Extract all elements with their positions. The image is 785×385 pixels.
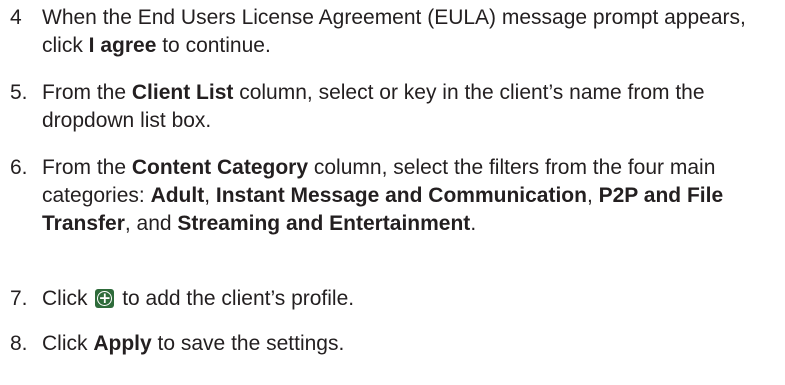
category-adult: Adult — [150, 184, 205, 207]
category-streaming: Streaming and Entertainment — [177, 212, 471, 235]
step-text: Click to add the client’s profile. — [42, 285, 779, 313]
step-text: Click Apply to save the settings. — [42, 332, 345, 355]
add-circle-icon — [95, 289, 115, 308]
step-number: 8. — [10, 332, 28, 355]
category-instant-message: Instant Message and Communication — [215, 184, 587, 207]
instruction-steps: 4 When the End Users License Agreement (… — [0, 0, 785, 385]
apply-label: Apply — [93, 332, 152, 355]
step-text: From the Content Category column, select… — [42, 156, 724, 235]
step-number: 4 — [10, 6, 22, 29]
step-number: 6. — [10, 156, 28, 179]
content-category-label: Content Category — [131, 156, 309, 179]
client-list-label: Client List — [131, 81, 234, 104]
i-agree-label: I agree — [88, 34, 157, 57]
step-text: From the Client List column, select or k… — [42, 81, 705, 132]
step-number: 7. — [10, 287, 28, 310]
step-number: 5. — [10, 81, 28, 104]
step-text: When the End Users License Agreement (EU… — [42, 6, 746, 57]
